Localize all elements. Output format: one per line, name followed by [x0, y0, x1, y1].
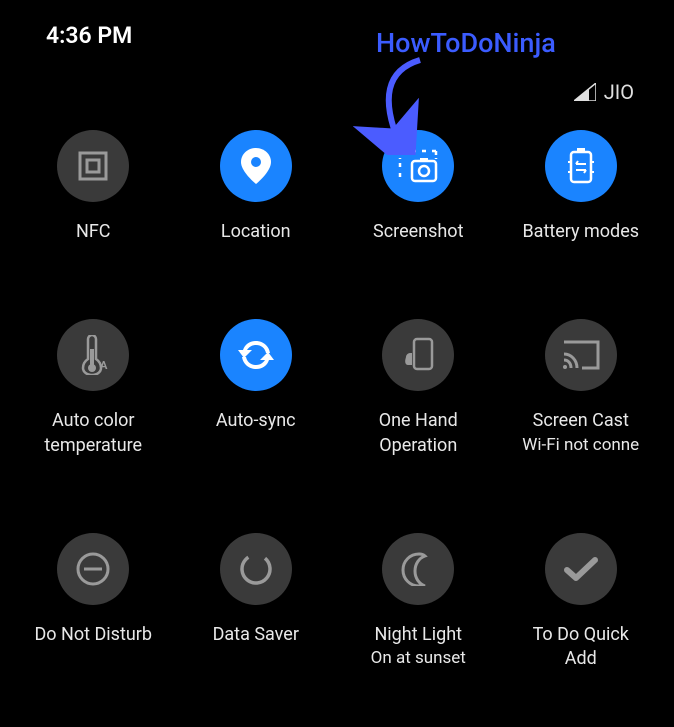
quick-settings-grid: NFC Location Screenshot Batter: [0, 130, 674, 671]
tile-auto-sync[interactable]: Auto-sync: [175, 319, 338, 458]
data-saver-icon: [220, 533, 292, 605]
signal-icon: [574, 83, 596, 101]
nfc-icon: [57, 130, 129, 202]
tile-label: Auto color temperature: [42, 409, 144, 458]
carrier-label: JIO: [604, 80, 634, 104]
tile-sublabel: Wi-Fi not conne: [522, 434, 639, 457]
tile-label: Night Light: [372, 623, 464, 647]
thermometer-icon: A: [57, 319, 129, 391]
tile-label: Location: [219, 220, 293, 244]
tile-to-do-quick-add[interactable]: To Do Quick Add: [500, 533, 663, 672]
tile-nfc[interactable]: NFC: [12, 130, 175, 244]
tile-one-hand-operation[interactable]: One Hand Operation: [337, 319, 500, 458]
tile-label: To Do Quick Add: [531, 623, 631, 672]
todo-icon: [545, 533, 617, 605]
battery-icon: [545, 130, 617, 202]
status-time: 4:36 PM: [46, 22, 132, 49]
annotation-arrow: [320, 55, 430, 155]
tile-label: Data Saver: [211, 623, 301, 647]
tile-label: One Hand Operation: [377, 409, 460, 458]
one-hand-icon: [382, 319, 454, 391]
tile-label: Screenshot: [371, 220, 465, 244]
tile-label: Screen Cast: [531, 409, 631, 433]
tile-label: Battery modes: [520, 220, 641, 244]
night-light-icon: [382, 533, 454, 605]
tile-do-not-disturb[interactable]: Do Not Disturb: [12, 533, 175, 672]
sync-icon: [220, 319, 292, 391]
tile-label: Do Not Disturb: [32, 623, 154, 647]
dnd-icon: [57, 533, 129, 605]
tile-data-saver[interactable]: Data Saver: [175, 533, 338, 672]
tile-screen-cast[interactable]: Screen Cast Wi-Fi not conne: [500, 319, 663, 458]
tile-label: NFC: [74, 220, 113, 244]
tile-auto-color-temperature[interactable]: A Auto color temperature: [12, 319, 175, 458]
signal-row: JIO: [574, 80, 634, 104]
tile-label: Auto-sync: [214, 409, 298, 433]
annotation-text: HowToDoNinja: [376, 27, 556, 59]
tile-battery-modes[interactable]: Battery modes: [500, 130, 663, 244]
tile-location[interactable]: Location: [175, 130, 338, 244]
cast-icon: [545, 319, 617, 391]
tile-night-light[interactable]: Night Light On at sunset: [337, 533, 500, 672]
svg-text:A: A: [100, 359, 108, 372]
tile-sublabel: On at sunset: [371, 647, 466, 670]
location-icon: [220, 130, 292, 202]
